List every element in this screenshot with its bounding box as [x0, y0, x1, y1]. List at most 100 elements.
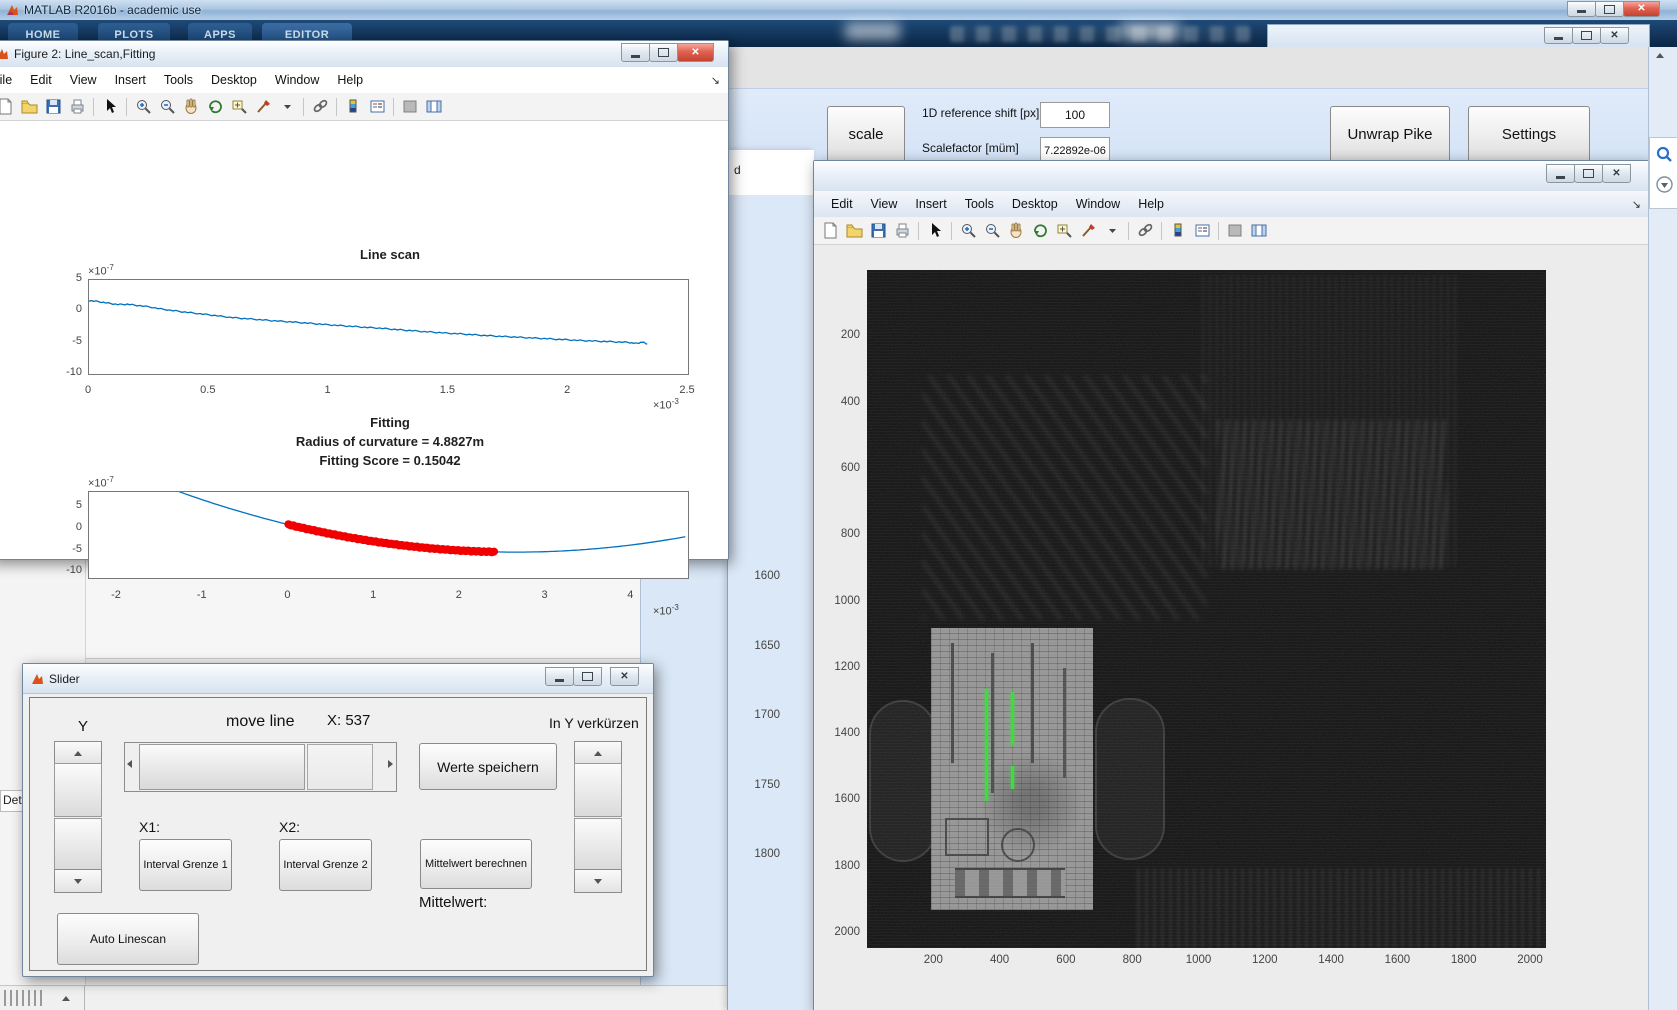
close-button[interactable]: ✕ — [677, 43, 714, 62]
interval-grenze1-button[interactable]: Interval Grenze 1 — [139, 839, 232, 891]
toolbar-separator — [336, 98, 337, 116]
menu-file[interactable]: File — [0, 73, 21, 87]
dock-arrow-icon[interactable]: ↘ — [711, 74, 720, 87]
zoom-in-icon[interactable] — [132, 96, 154, 118]
linescan-title: Line scan — [240, 247, 540, 262]
data-cursor-icon[interactable] — [228, 96, 250, 118]
fitting-axes[interactable] — [88, 491, 689, 579]
maximize-button[interactable] — [573, 667, 602, 686]
menu-tools[interactable]: Tools — [155, 73, 202, 87]
minimize-button[interactable] — [1544, 27, 1573, 44]
scale-button[interactable]: scale — [827, 106, 905, 163]
menu-desktop[interactable]: Desktop — [202, 73, 266, 87]
menu-view[interactable]: View — [61, 73, 106, 87]
slider-right-arrow[interactable] — [388, 760, 393, 768]
scroll-up-button[interactable] — [58, 991, 74, 1005]
close-button[interactable]: ✕ — [610, 667, 639, 686]
linescan-x-tick: 1 — [313, 384, 343, 396]
slider-thumb[interactable] — [139, 744, 305, 790]
insert-colorbar-icon[interactable] — [342, 96, 364, 118]
desktop: MATLAB R2016b - academic use ✕ HOME PLOT… — [0, 0, 1677, 1010]
new-document-icon[interactable] — [0, 96, 16, 118]
interval-grenze1-label: Interval Grenze 1 — [143, 859, 227, 871]
scroll-down-button[interactable] — [574, 869, 622, 893]
plottools-hide-icon[interactable] — [399, 96, 421, 118]
menu-help[interactable]: Help — [328, 73, 372, 87]
y-scrollbar-right — [574, 741, 622, 891]
image-x-tick: 600 — [1046, 954, 1086, 966]
fitting-x-tick: 3 — [530, 589, 560, 601]
toolbar-separator — [93, 98, 94, 116]
minimize-button[interactable] — [1567, 1, 1596, 17]
pointer-icon[interactable] — [99, 96, 121, 118]
scroll-thumb[interactable] — [54, 818, 102, 870]
caret-down-icon[interactable] — [276, 96, 298, 118]
x1-label: X1: — [139, 819, 160, 835]
auto-linescan-button[interactable]: Auto Linescan — [57, 913, 199, 965]
divider — [84, 986, 85, 1010]
paint-brush-icon[interactable] — [252, 96, 274, 118]
fitting-subtitle-score: Fitting Score = 0.15042 — [190, 453, 590, 468]
pan-hand-icon[interactable] — [180, 96, 202, 118]
ref-shift-input[interactable]: 100 — [1040, 102, 1110, 128]
werte-speichern-button[interactable]: Werte speichern — [419, 743, 557, 790]
link-plots-icon[interactable] — [309, 96, 331, 118]
main-titlebar: MATLAB R2016b - academic use ✕ — [0, 0, 1677, 21]
close-button[interactable]: ✕ — [1600, 27, 1629, 44]
close-button[interactable]: ✕ — [1623, 1, 1660, 17]
grab-handle[interactable] — [4, 990, 44, 1006]
rotate-3d-icon[interactable] — [204, 96, 226, 118]
image-x-tick: 400 — [980, 954, 1020, 966]
mittelwert-berechnen-button[interactable]: Mittelwert berechnen — [420, 839, 532, 889]
search-icon[interactable] — [1656, 146, 1673, 163]
slider-panel: Y move line X: 537 In Y verkürzen Werte … — [29, 697, 647, 971]
plottools-show-icon[interactable] — [423, 96, 445, 118]
toolbar-separator — [126, 98, 127, 116]
collapse-up-button[interactable] — [1656, 53, 1664, 58]
slider-track-segment[interactable] — [307, 744, 373, 790]
figure2-titlebar[interactable]: Figure 2: Line_scan,Fitting ✕ — [0, 41, 728, 68]
scroll-thumb[interactable] — [574, 763, 622, 817]
minimize-button[interactable] — [545, 667, 574, 686]
menu-insert[interactable]: Insert — [106, 73, 155, 87]
fitting-x-tick: 1 — [358, 589, 388, 601]
linescan-y-exponent: ×10-7 — [88, 263, 114, 278]
linescan-y-tick: -10 — [48, 366, 82, 378]
zoom-out-icon[interactable] — [156, 96, 178, 118]
collapse-circle-icon[interactable] — [1656, 176, 1673, 193]
open-folder-icon[interactable] — [18, 96, 40, 118]
interval-grenze2-button[interactable]: Interval Grenze 2 — [279, 839, 372, 891]
maximize-button[interactable] — [1572, 27, 1601, 44]
maximize-button[interactable] — [1595, 1, 1624, 17]
fitting-y-exponent: ×10-7 — [88, 475, 114, 490]
scroll-thumb[interactable] — [54, 763, 102, 817]
minimize-button[interactable] — [621, 43, 650, 62]
unwrap-pike-button[interactable]: Unwrap Pike — [1330, 106, 1450, 163]
maximize-button[interactable] — [649, 43, 678, 62]
auto-linescan-label: Auto Linescan — [90, 932, 166, 946]
image-x-tick: 1000 — [1179, 954, 1219, 966]
slider-titlebar[interactable]: Slider ✕ — [23, 664, 653, 694]
print-icon[interactable] — [66, 96, 88, 118]
scroll-up-button[interactable] — [574, 741, 622, 765]
slider-window-controls: ✕ — [546, 667, 639, 686]
linescan-y-tick: 0 — [48, 303, 82, 315]
slider-left-arrow[interactable] — [127, 760, 132, 768]
linescan-y-tick: 5 — [48, 272, 82, 284]
linescan-axes[interactable] — [88, 279, 689, 375]
move-line-slider — [124, 742, 397, 792]
insert-legend-icon[interactable] — [366, 96, 388, 118]
scroll-down-button[interactable] — [54, 869, 102, 893]
figure2-canvas: Line scan ×10-7 50-5-1000.511.522.5 ×10-… — [0, 121, 727, 558]
scroll-thumb[interactable] — [574, 818, 622, 870]
menu-window[interactable]: Window — [266, 73, 328, 87]
settings-button[interactable]: Settings — [1468, 106, 1590, 163]
hidden-window-strip: d 16001650170017501800 — [727, 150, 814, 1010]
interval-grenze2-label: Interval Grenze 2 — [283, 859, 367, 871]
scroll-up-button[interactable] — [54, 741, 102, 765]
scalefactor-value: 7.22892e-06 — [1044, 145, 1106, 157]
menu-edit[interactable]: Edit — [21, 73, 61, 87]
in-y-verkuerzen-label: In Y verkürzen — [549, 715, 639, 731]
main-window-title: MATLAB R2016b - academic use — [24, 3, 201, 17]
save-icon[interactable] — [42, 96, 64, 118]
